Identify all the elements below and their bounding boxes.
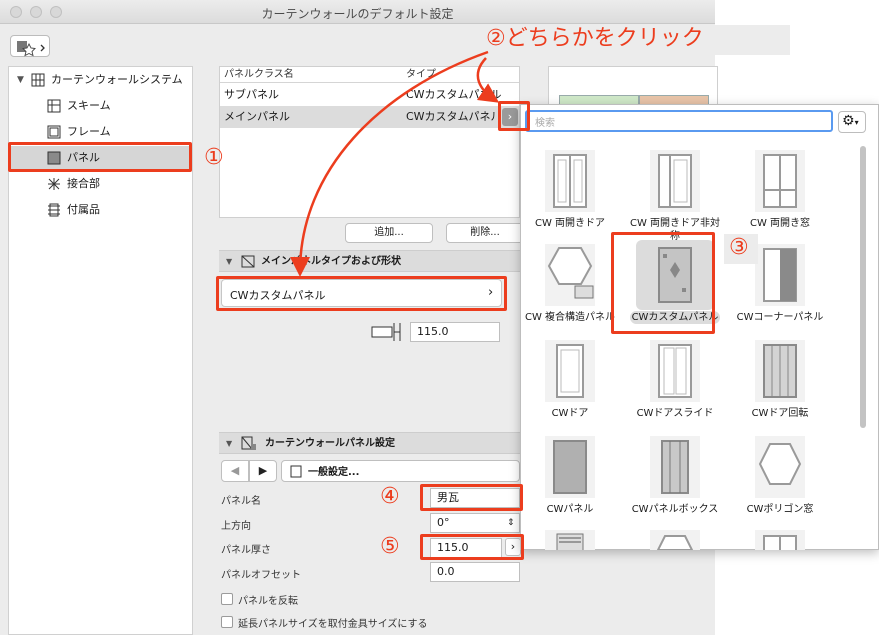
annotation-arrows — [290, 50, 500, 277]
